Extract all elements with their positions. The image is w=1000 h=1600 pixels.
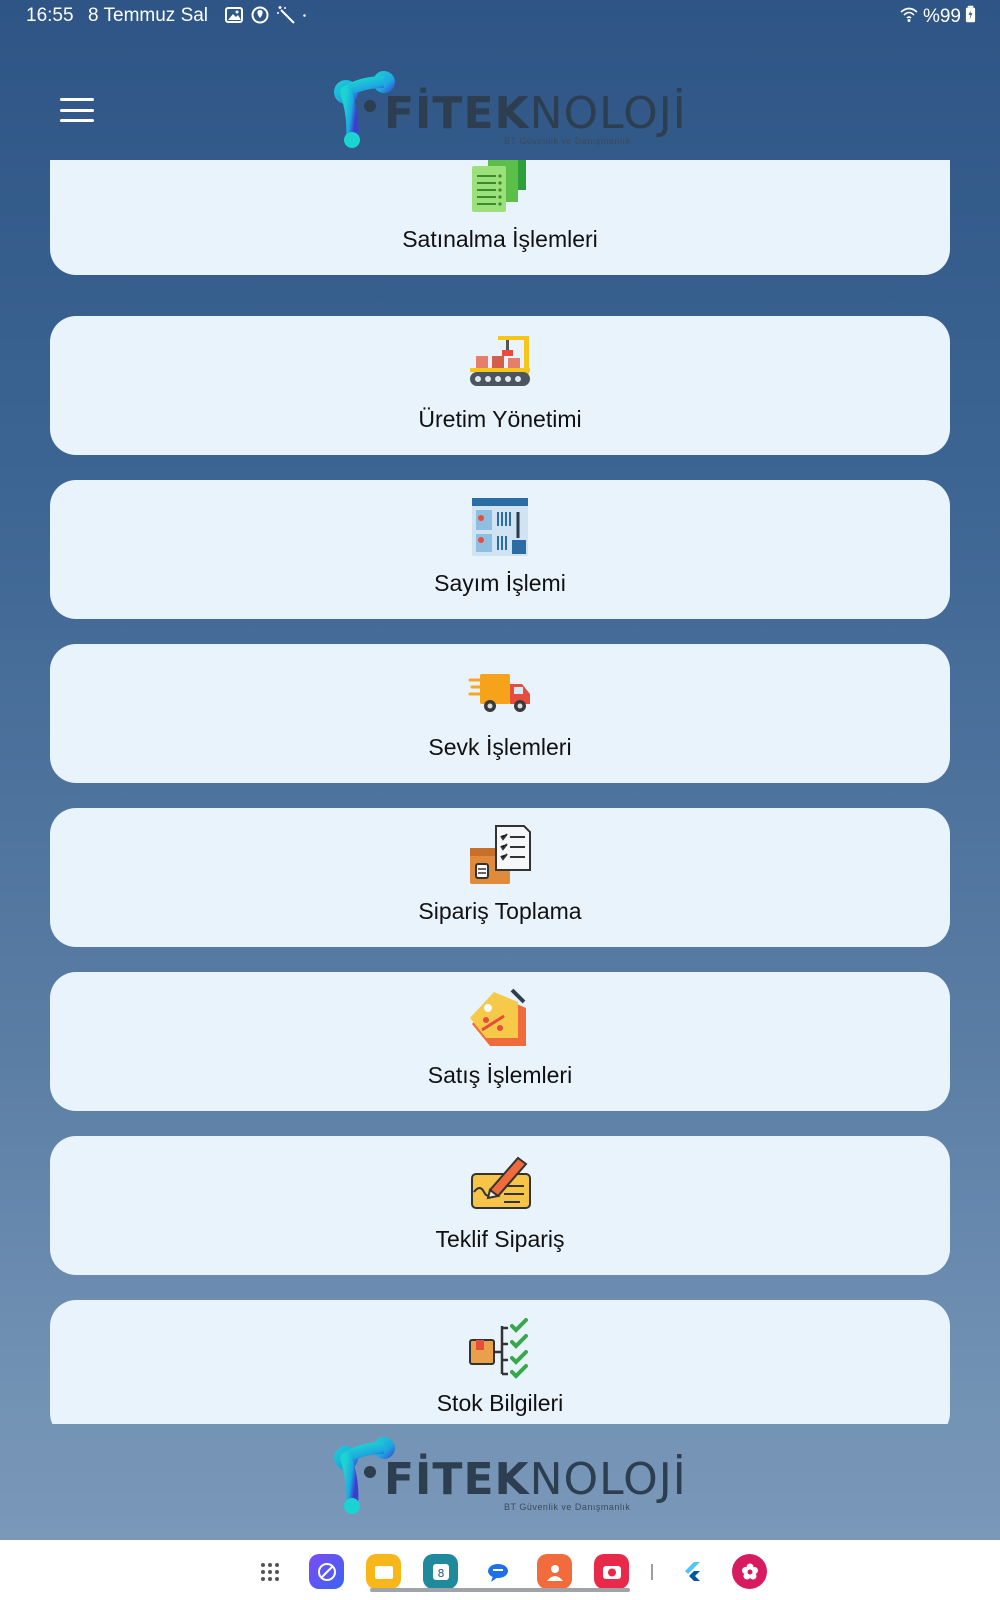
header-logo: FİTEKNOLOJİ BT Güvenlik ve Danışmanlık: [332, 70, 686, 150]
menu-item-order-picking[interactable]: Sipariş Toplama: [50, 808, 950, 947]
files-icon[interactable]: [366, 1554, 401, 1589]
stock-checklist-icon: [468, 1316, 532, 1380]
sale-tag-icon: [468, 988, 532, 1052]
menu-list[interactable]: Satınalma İşlemleri Üretim Yönetimi Sayı…: [0, 160, 1000, 1424]
magic-wand-icon: [276, 5, 296, 31]
camera-icon[interactable]: [594, 1554, 629, 1589]
menu-item-shipping[interactable]: Sevk İşlemleri: [50, 644, 950, 783]
status-bar: 16:55 8 Temmuz Sal %99: [0, 0, 1000, 32]
menu-item-label: Stok Bilgileri: [436, 1390, 564, 1416]
menu-item-count[interactable]: Sayım İşlemi: [50, 480, 950, 619]
gallery-icon: [224, 5, 244, 31]
battery-text: %99: [922, 6, 961, 27]
menu-item-label: Teklif Sipariş: [435, 1226, 565, 1252]
calendar-icon[interactable]: 8: [423, 1554, 458, 1589]
logo-tagline: BT Güvenlik ve Danışmanlık: [504, 136, 631, 146]
menu-item-label: Üretim Yönetimi: [418, 406, 582, 432]
notification-icons: [224, 5, 312, 31]
logo-text: FİTEKNOLOJİ: [384, 88, 687, 139]
menu-item-label: Sipariş Toplama: [418, 898, 582, 924]
app-drawer-icon[interactable]: [252, 1554, 287, 1589]
menu-item-label: Satınalma İşlemleri: [402, 226, 598, 252]
purchase-documents-icon: [468, 160, 532, 216]
status-right: %99: [899, 5, 976, 29]
contacts-icon[interactable]: [537, 1554, 572, 1589]
delivery-truck-icon: [468, 660, 532, 724]
hamburger-icon[interactable]: [60, 98, 94, 122]
svg-text:8: 8: [437, 1567, 444, 1580]
logo-tagline: BT Güvenlik ve Danışmanlık: [504, 1502, 631, 1512]
menu-item-stock-info[interactable]: Stok Bilgileri: [50, 1300, 950, 1424]
footer-logo: FİTEKNOLOJİ BT Güvenlik ve Danışmanlık: [332, 1436, 686, 1516]
battery-icon: [965, 5, 976, 29]
dock-divider: [651, 1563, 653, 1580]
menu-item-label: Sevk İşlemleri: [428, 734, 572, 760]
quote-signature-icon: [468, 1152, 532, 1216]
inventory-count-icon: [468, 496, 532, 560]
status-time: 16:55: [26, 5, 74, 26]
menu-item-label: Satış İşlemleri: [427, 1062, 573, 1088]
browser-icon[interactable]: [309, 1554, 344, 1589]
location-sync-icon: [250, 5, 270, 31]
menu-item-sales[interactable]: Satış İşlemleri: [50, 972, 950, 1111]
production-line-icon: [468, 332, 532, 396]
order-picking-icon: [468, 824, 532, 888]
gallery-flower-icon[interactable]: [732, 1554, 767, 1589]
messages-icon[interactable]: [480, 1554, 515, 1589]
menu-item-purchasing[interactable]: Satınalma İşlemleri: [50, 160, 950, 275]
dot-icon: [302, 5, 312, 31]
wifi-icon: [899, 5, 919, 29]
menu-item-label: Sayım İşlemi: [434, 570, 566, 596]
home-indicator[interactable]: [370, 1588, 630, 1592]
menu-item-production[interactable]: Üretim Yönetimi: [50, 316, 950, 455]
menu-item-quote-order[interactable]: Teklif Sipariş: [50, 1136, 950, 1275]
flutter-icon[interactable]: [675, 1554, 710, 1589]
status-date: 8 Temmuz Sal: [88, 5, 209, 26]
logo-text: FİTEKNOLOJİ: [384, 1454, 687, 1505]
